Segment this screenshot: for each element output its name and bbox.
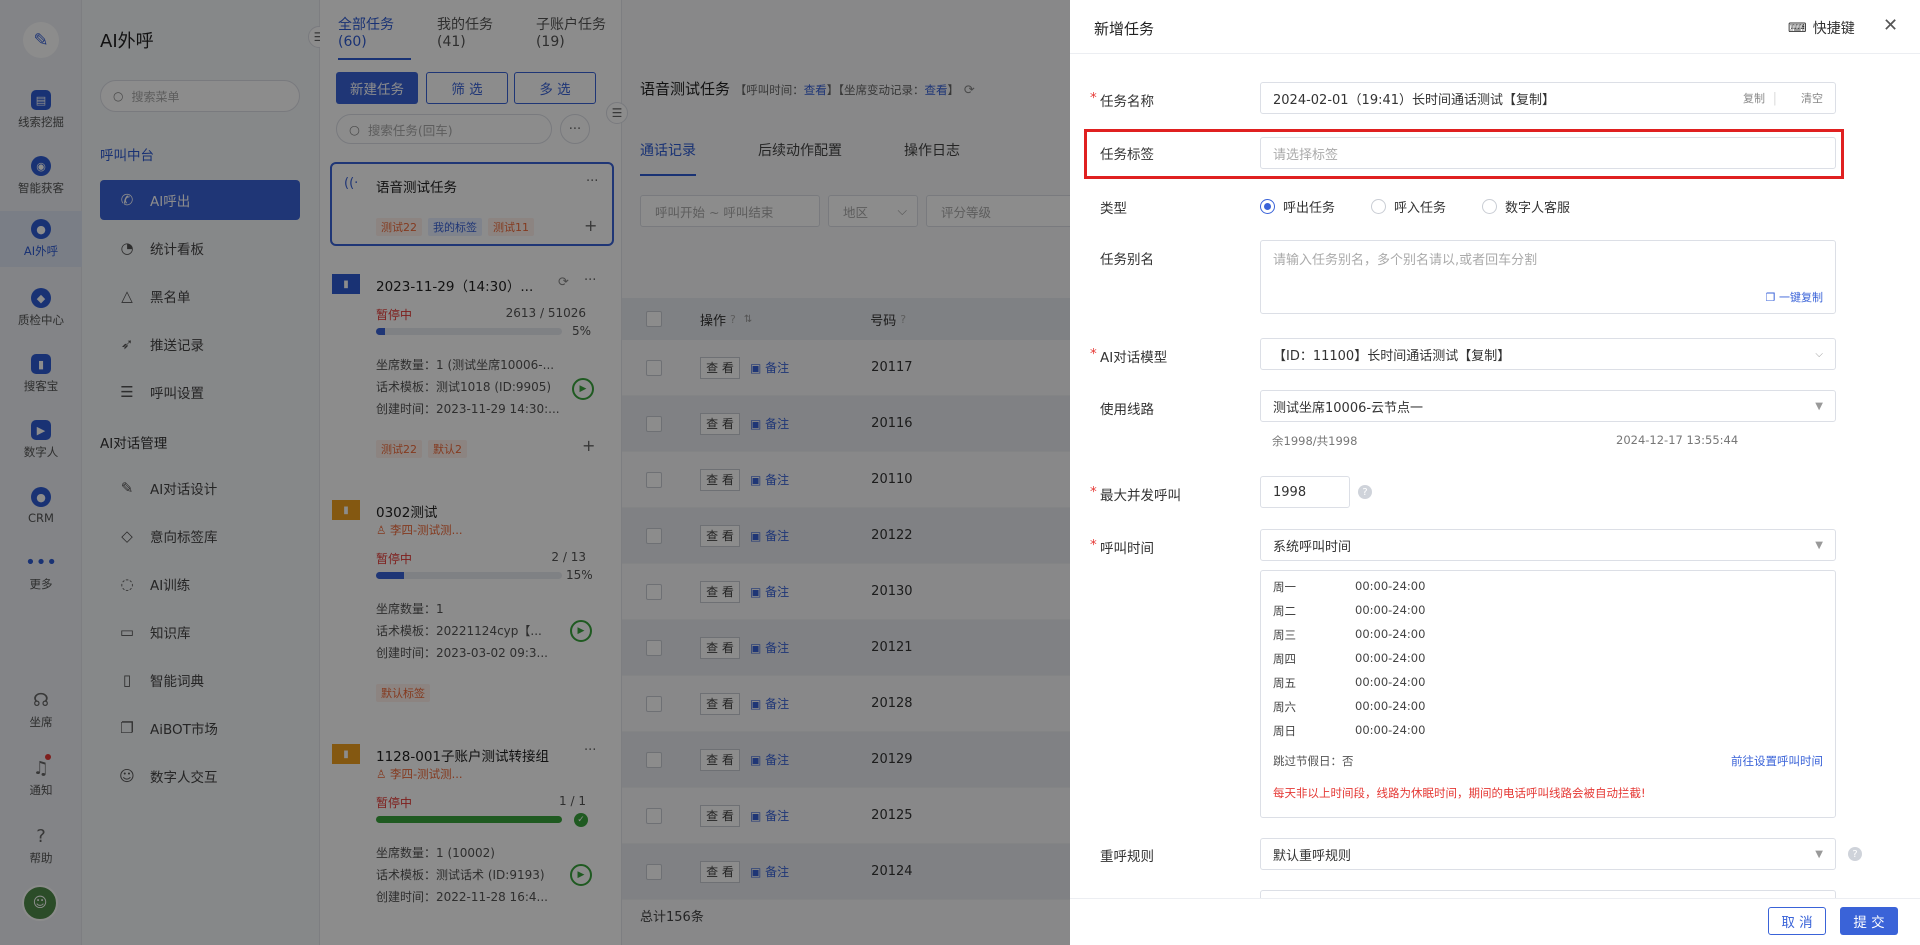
schedule-day: 周六 (1273, 700, 1296, 714)
call-time-select[interactable]: 系统呼叫时间 ▼ (1260, 529, 1836, 561)
cancel-button[interactable]: 取 消 (1768, 907, 1826, 935)
schedule-day: 周五 (1273, 676, 1296, 690)
line-remaining: 余1998/共1998 (1272, 434, 1358, 448)
help-icon[interactable]: ? (1358, 485, 1372, 499)
call-schedule-box: 周一 00:00-24:00 周二 00:00-24:00 周三 00:00-24:00 周… (1260, 570, 1836, 818)
schedule-day: 周二 (1273, 604, 1296, 618)
schedule-time: 00:00-24:00 (1355, 675, 1426, 689)
schedule-day: 周一 (1273, 580, 1296, 594)
schedule-row: 周四 00:00-24:00 (1273, 651, 1425, 667)
line-label: 使用线路 (1100, 402, 1154, 418)
caret-down-icon: ▼ (1815, 539, 1823, 551)
recall-rule-select[interactable]: 默认重呼规则 ▼ (1260, 838, 1836, 870)
caret-down-icon: ▼ (1815, 400, 1823, 412)
task-type-label: 类型 (1100, 201, 1127, 217)
task-name-input[interactable]: 2024-02-01（19:41）长时间通话测试【复制】 复制 | 清空 (1260, 82, 1836, 114)
task-name-label: * 任务名称 (1090, 90, 1154, 110)
schedule-time: 00:00-24:00 (1355, 699, 1426, 713)
drawer-title: 新增任务 (1094, 20, 1155, 38)
task-type-radio-group: 呼出任务 呼入任务 数字人客服 (1260, 197, 1570, 216)
schedule-day: 周四 (1273, 652, 1296, 666)
close-icon[interactable]: ✕ (1883, 15, 1898, 36)
new-task-drawer: 新增任务 ⌨ 快捷键 ✕ * 任务名称 2024-02-01（19:41）长时间通话… (1070, 0, 1920, 945)
submit-button[interactable]: 提 交 (1840, 907, 1898, 935)
schedule-time: 00:00-24:00 (1355, 651, 1426, 665)
max-concurrency-label: * 最大并发呼叫 (1090, 484, 1181, 504)
shortcut-button[interactable]: ⌨ 快捷键 (1788, 18, 1855, 38)
call-time-label: * 呼叫时间 (1090, 537, 1154, 557)
ai-model-select[interactable]: 【ID：11100】长时间通话测试【复制】 ⌵ (1260, 338, 1836, 370)
schedule-row: 周日 00:00-24:00 (1273, 723, 1425, 739)
highlight-box (1084, 129, 1844, 179)
copy-icon: ❐ (1765, 291, 1779, 304)
one-click-copy-button[interactable]: ❐ 一键复制 (1766, 289, 1823, 305)
caret-down-icon: ▼ (1815, 848, 1823, 860)
type-radio-outbound[interactable]: 呼出任务 (1260, 197, 1335, 216)
goto-set-call-time-link[interactable]: 前往设置呼叫时间 (1731, 753, 1823, 769)
schedule-day: 周三 (1273, 628, 1296, 642)
schedule-time: 00:00-24:00 (1355, 603, 1426, 617)
schedule-row: 周六 00:00-24:00 (1273, 699, 1425, 715)
schedule-time: 00:00-24:00 (1355, 627, 1426, 641)
type-radio-inbound[interactable]: 呼入任务 (1371, 197, 1446, 216)
max-concurrency-input[interactable]: 1998 (1260, 476, 1350, 508)
schedule-row: 周二 00:00-24:00 (1273, 603, 1425, 619)
clear-button[interactable]: 清空 (1801, 90, 1823, 106)
task-alias-label: 任务别名 (1100, 252, 1154, 268)
next-field-partial (1260, 890, 1836, 898)
schedule-row: 周五 00:00-24:00 (1273, 675, 1425, 691)
sleep-warning: 每天非以上时间段，线路为休眠时间，期间的电话呼叫线路会被自动拦截! (1273, 786, 1646, 800)
chevron-down-icon: ⌵ (1815, 348, 1823, 360)
help-icon[interactable]: ? (1848, 847, 1862, 861)
line-date: 2024-12-17 13:55:44 (1616, 433, 1739, 447)
keyboard-icon: ⌨ (1788, 20, 1807, 36)
ai-model-label: * AI对话模型 (1090, 346, 1168, 366)
schedule-time: 00:00-24:00 (1355, 723, 1426, 737)
schedule-day: 周日 (1273, 724, 1296, 738)
skip-holiday: 跳过节假日：否 (1273, 754, 1354, 768)
line-select[interactable]: 测试坐席10006-云节点一 ▼ (1260, 390, 1836, 422)
recall-rule-label: 重呼规则 (1100, 849, 1154, 865)
schedule-time: 00:00-24:00 (1355, 579, 1426, 593)
modal-overlay[interactable] (0, 0, 1070, 945)
schedule-row: 周一 00:00-24:00 (1273, 579, 1425, 595)
type-radio-digital[interactable]: 数字人客服 (1482, 197, 1570, 216)
schedule-row: 周三 00:00-24:00 (1273, 627, 1425, 643)
task-alias-textarea[interactable]: 请输入任务别名，多个别名请以,或者回车分割 ❐ 一键复制 (1260, 240, 1836, 314)
copy-button[interactable]: 复制 (1743, 90, 1765, 106)
